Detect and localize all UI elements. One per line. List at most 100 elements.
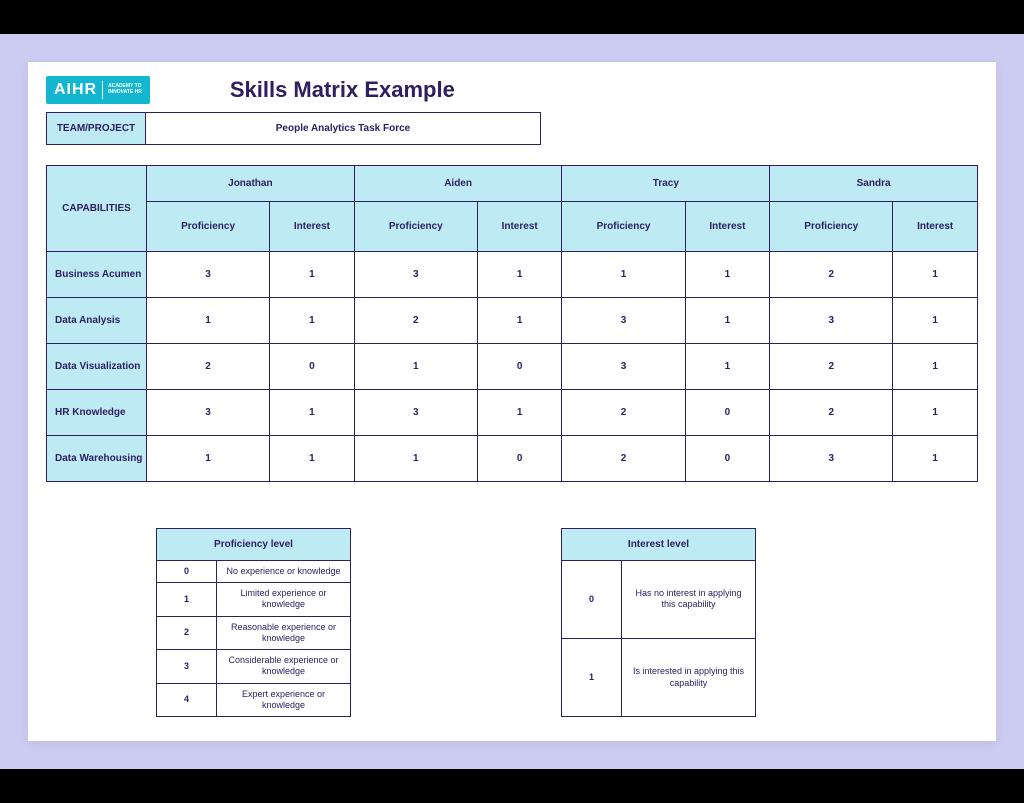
capabilities-header: CAPABILITIES	[47, 165, 147, 251]
person-header-2: Tracy	[562, 165, 770, 201]
sub-header-prof-3: Proficiency	[770, 201, 893, 251]
logo-separator	[102, 81, 103, 99]
capability-label: Data Analysis	[47, 297, 147, 343]
matrix-cell: 3	[770, 297, 893, 343]
matrix-cell: 1	[270, 435, 355, 481]
matrix-cell: 2	[147, 343, 270, 389]
legend-level: 1	[157, 583, 217, 617]
legend-description: No experience or knowledge	[217, 560, 351, 582]
matrix-cell: 1	[354, 343, 477, 389]
person-header-3: Sandra	[770, 165, 978, 201]
table-row: Data Analysis11213131	[47, 297, 978, 343]
sub-header-int-2: Interest	[685, 201, 770, 251]
matrix-cell: 2	[770, 251, 893, 297]
matrix-cell: 2	[354, 297, 477, 343]
table-row: HR Knowledge31312021	[47, 389, 978, 435]
matrix-cell: 3	[354, 251, 477, 297]
capability-label: Data Visualization	[47, 343, 147, 389]
matrix-cell: 0	[685, 435, 770, 481]
matrix-cell: 2	[562, 389, 685, 435]
legend-row: 1Is interested in applying this capabili…	[562, 639, 756, 717]
legend-level: 0	[562, 560, 622, 638]
matrix-cell: 3	[147, 251, 270, 297]
matrix-cell: 2	[770, 343, 893, 389]
legends-container: Proficiency level 0No experience or know…	[46, 528, 978, 717]
matrix-cell: 1	[354, 435, 477, 481]
person-header-0: Jonathan	[147, 165, 355, 201]
matrix-cell: 2	[770, 389, 893, 435]
matrix-cell: 1	[147, 435, 270, 481]
legend-row: 2Reasonable experience or knowledge	[157, 616, 351, 650]
sub-header-int-0: Interest	[270, 201, 355, 251]
logo-main: AIHR	[54, 81, 97, 99]
legend-level: 2	[157, 616, 217, 650]
matrix-cell: 1	[893, 343, 978, 389]
logo-sub: ACADEMY TO INNOVATE HR	[108, 84, 142, 95]
skills-matrix-table: CAPABILITIES Jonathan Aiden Tracy Sandra…	[46, 165, 978, 482]
legend-description: Expert experience or knowledge	[217, 683, 351, 717]
legend-level: 3	[157, 650, 217, 684]
legend-description: Considerable experience or knowledge	[217, 650, 351, 684]
team-value: People Analytics Task Force	[146, 112, 541, 145]
legend-level: 4	[157, 683, 217, 717]
matrix-cell: 0	[270, 343, 355, 389]
matrix-cell: 1	[477, 389, 562, 435]
capability-label: HR Knowledge	[47, 389, 147, 435]
matrix-cell: 1	[477, 297, 562, 343]
sub-header-prof-2: Proficiency	[562, 201, 685, 251]
matrix-cell: 1	[270, 297, 355, 343]
document-sheet: AIHR ACADEMY TO INNOVATE HR Skills Matri…	[28, 62, 996, 741]
matrix-cell: 3	[770, 435, 893, 481]
capability-label: Business Acumen	[47, 251, 147, 297]
sub-header-int-1: Interest	[477, 201, 562, 251]
legend-row: 1Limited experience or knowledge	[157, 583, 351, 617]
person-header-1: Aiden	[354, 165, 562, 201]
matrix-cell: 1	[893, 251, 978, 297]
table-row: Business Acumen31311121	[47, 251, 978, 297]
team-label: TEAM/PROJECT	[46, 112, 146, 145]
matrix-cell: 1	[893, 435, 978, 481]
matrix-cell: 1	[685, 343, 770, 389]
team-project-bar: TEAM/PROJECT People Analytics Task Force	[46, 112, 978, 145]
capability-label: Data Warehousing	[47, 435, 147, 481]
matrix-cell: 3	[562, 297, 685, 343]
prof-legend-title: Proficiency level	[157, 528, 351, 560]
sub-header-int-3: Interest	[893, 201, 978, 251]
legend-description: Limited experience or knowledge	[217, 583, 351, 617]
matrix-cell: 1	[685, 251, 770, 297]
matrix-cell: 1	[270, 389, 355, 435]
matrix-header-row-1: CAPABILITIES Jonathan Aiden Tracy Sandra	[47, 165, 978, 201]
proficiency-legend: Proficiency level 0No experience or know…	[156, 528, 351, 717]
interest-legend: Interest level 0Has no interest in apply…	[561, 528, 756, 717]
header-row: AIHR ACADEMY TO INNOVATE HR Skills Matri…	[46, 76, 978, 104]
int-legend-title: Interest level	[562, 528, 756, 560]
sub-header-prof-1: Proficiency	[354, 201, 477, 251]
matrix-cell: 0	[477, 343, 562, 389]
matrix-cell: 0	[685, 389, 770, 435]
matrix-cell: 3	[562, 343, 685, 389]
matrix-cell: 0	[477, 435, 562, 481]
sub-header-prof-0: Proficiency	[147, 201, 270, 251]
matrix-cell: 3	[147, 389, 270, 435]
legend-level: 1	[562, 639, 622, 717]
matrix-cell: 1	[147, 297, 270, 343]
matrix-cell: 1	[477, 251, 562, 297]
legend-description: Reasonable experience or knowledge	[217, 616, 351, 650]
matrix-cell: 1	[562, 251, 685, 297]
logo-sub-line2: INNOVATE HR	[108, 89, 142, 95]
matrix-cell: 1	[893, 297, 978, 343]
legend-row: 0Has no interest in applying this capabi…	[562, 560, 756, 638]
matrix-cell: 3	[354, 389, 477, 435]
page-background: AIHR ACADEMY TO INNOVATE HR Skills Matri…	[0, 34, 1024, 769]
legend-description: Has no interest in applying this capabil…	[622, 560, 756, 638]
legend-row: 3Considerable experience or knowledge	[157, 650, 351, 684]
table-row: Data Warehousing11102031	[47, 435, 978, 481]
legend-row: 0No experience or knowledge	[157, 560, 351, 582]
legend-description: Is interested in applying this capabilit…	[622, 639, 756, 717]
legend-row: 4Expert experience or knowledge	[157, 683, 351, 717]
matrix-cell: 1	[893, 389, 978, 435]
matrix-cell: 1	[270, 251, 355, 297]
legend-level: 0	[157, 560, 217, 582]
matrix-header-row-2: Proficiency Interest Proficiency Interes…	[47, 201, 978, 251]
table-row: Data Visualization20103121	[47, 343, 978, 389]
